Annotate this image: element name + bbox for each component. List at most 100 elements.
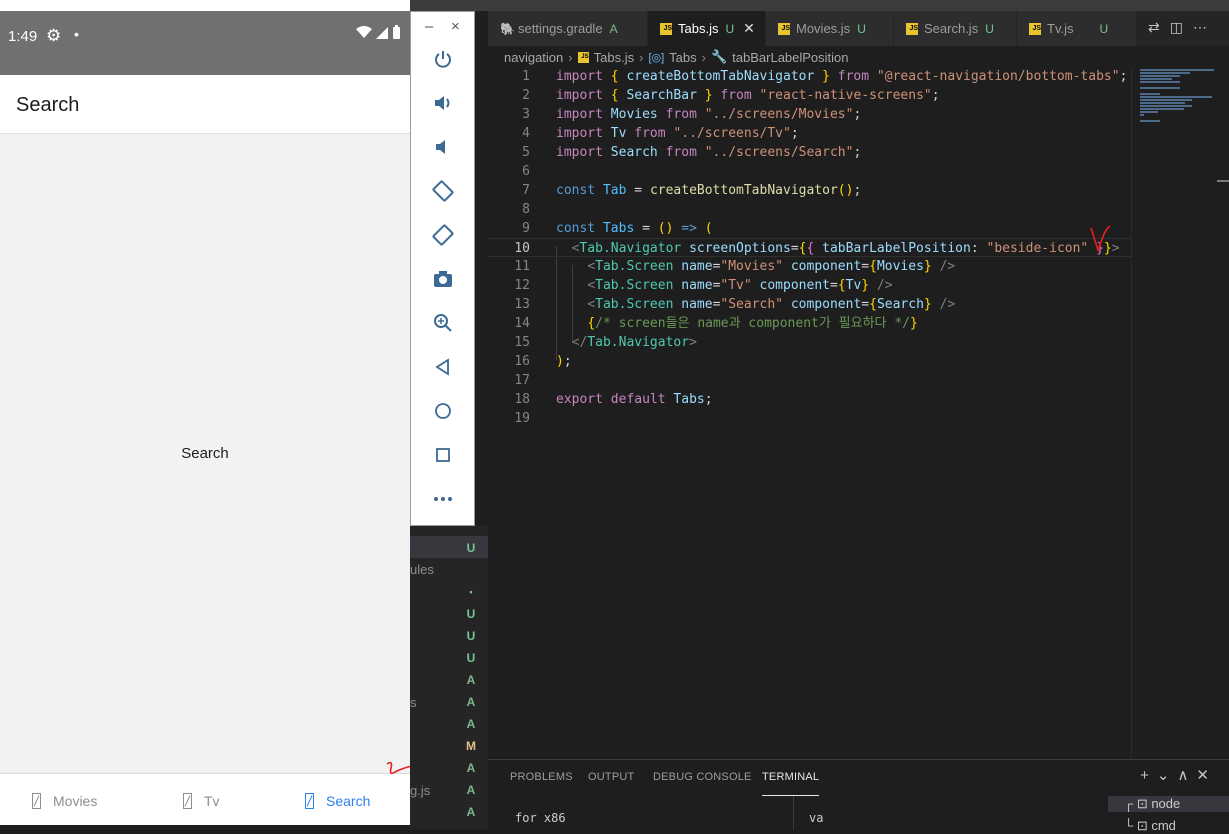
android-status-bar: 1:49 ⚙ • <box>0 11 410 75</box>
code-line[interactable]: 1 import { createBottomTabNavigator } fro… <box>488 67 1131 86</box>
overview-icon[interactable] <box>427 439 459 471</box>
js-file-icon: JS <box>906 22 918 35</box>
panel-tab-debug-console[interactable]: DEBUG CONSOLE <box>653 771 752 783</box>
minimap-line <box>1140 96 1212 98</box>
maximize-panel-icon[interactable]: ∧ <box>1177 767 1196 784</box>
tab-search-label: Search <box>326 793 371 809</box>
tab-movies-js[interactable]: JS Movies.js U <box>766 11 894 46</box>
more-icon[interactable] <box>427 483 459 515</box>
split-editor-icon[interactable]: ◫ <box>1170 19 1193 35</box>
js-file-icon: JS <box>577 51 589 63</box>
tab-search[interactable]: Search <box>305 790 370 812</box>
git-status-badge: A <box>466 673 476 687</box>
rotate-left-icon[interactable] <box>427 175 459 207</box>
tab-label: Tabs.js <box>678 21 719 36</box>
emulator-toolbar: – × <box>410 11 475 526</box>
breadcrumb-item[interactable]: tabBarLabelPosition <box>732 50 848 65</box>
breadcrumb-item[interactable]: navigation <box>504 50 563 65</box>
explorer-item-text[interactable]: s <box>410 695 417 710</box>
search-screen: Search <box>0 134 410 774</box>
line-number: 10 <box>514 241 530 256</box>
close-panel-icon[interactable]: ✕ <box>1196 767 1217 784</box>
js-file-icon: JS <box>778 22 790 35</box>
code-line[interactable]: 7 const Tab = createBottomTabNavigator(); <box>488 181 1131 200</box>
code-line[interactable]: 12 <Tab.Screen name="Tv" component={Tv} … <box>488 276 1131 295</box>
breadcrumb-item[interactable]: Tabs <box>669 50 696 65</box>
back-icon[interactable] <box>427 351 459 383</box>
tab-settings-gradle[interactable]: 🐘 settings.gradle A <box>488 11 648 46</box>
explorer-item-text[interactable]: ules <box>410 562 434 577</box>
terminal-output: for x86 <box>515 811 566 825</box>
camera-icon[interactable] <box>427 263 459 295</box>
rotate-right-icon[interactable] <box>427 219 459 251</box>
terminal-item-node[interactable]: ┌ ⊡ node <box>1108 796 1229 812</box>
close-icon[interactable]: ✕ <box>743 20 755 37</box>
chevron-down-icon[interactable]: ⌄ <box>1157 767 1178 784</box>
tab-search-js[interactable]: JS Search.js U <box>894 11 1017 46</box>
more-actions-icon[interactable]: ⋯ <box>1193 19 1217 35</box>
code-line[interactable]: 5 import Search from "../screens/Search"; <box>488 143 1131 162</box>
code-line[interactable]: 10 <Tab.Navigator screenOptions={{ tabBa… <box>488 238 1131 257</box>
minimap-line <box>1140 78 1172 80</box>
line-number: 12 <box>514 278 530 293</box>
code-text: const Tab = createBottomTabNavigator(); <box>556 183 862 198</box>
line-number: 15 <box>514 335 530 350</box>
tab-tabs-js[interactable]: JS Tabs.js U ✕ <box>648 11 766 46</box>
code-line[interactable]: 4 import Tv from "../screens/Tv"; <box>488 124 1131 143</box>
emulator-minimize-button[interactable]: – <box>425 18 433 35</box>
code-line[interactable]: 9 const Tabs = () => ( <box>488 219 1131 238</box>
code-text: <Tab.Navigator screenOptions={{ tabBarLa… <box>571 241 1120 256</box>
panel-tab-problems[interactable]: PROBLEMS <box>510 771 573 783</box>
tab-tv-label: Tv <box>204 793 220 809</box>
tab-tv[interactable]: Tv <box>183 790 220 812</box>
code-line[interactable]: 16); <box>488 352 1131 371</box>
breadcrumb-item[interactable]: Tabs.js <box>594 50 634 65</box>
code-line[interactable]: 2 import { SearchBar } from "react-native… <box>488 86 1131 105</box>
new-terminal-icon[interactable]: + <box>1140 767 1157 784</box>
minimap[interactable] <box>1131 67 1229 759</box>
volume-down-icon[interactable] <box>427 131 459 163</box>
git-status-badge: U <box>985 21 994 36</box>
terminal-item-cmd[interactable]: └ ⊡ cmd <box>1124 818 1176 834</box>
chevron-right-icon: › <box>568 49 573 65</box>
tab-movies-label: Movies <box>53 793 98 809</box>
js-file-icon: JS <box>660 22 672 35</box>
code-line[interactable]: 17 <box>488 371 1131 390</box>
volume-up-icon[interactable] <box>427 87 459 119</box>
code-line[interactable]: 3 import Movies from "../screens/Movies"; <box>488 105 1131 124</box>
code-line[interactable]: 14 {/* screen들은 name과 component가 필요하다 */… <box>488 314 1131 333</box>
line-number: 5 <box>522 145 530 160</box>
code-editor[interactable]: 1 import { createBottomTabNavigator } fro… <box>488 67 1131 759</box>
minimap-line <box>1140 120 1160 122</box>
terminal-list: ┌ ⊡ node └ ⊡ cmd <box>1108 796 1229 833</box>
minimap-line <box>1140 102 1185 104</box>
android-emulator-screen: 1:49 ⚙ • Search Search Movies Tv Search <box>0 0 410 829</box>
zoom-icon[interactable] <box>427 307 459 339</box>
code-line[interactable]: 15 </Tab.Navigator> <box>488 333 1131 352</box>
code-line[interactable]: 13 <Tab.Screen name="Search" component={… <box>488 295 1131 314</box>
code-line[interactable]: 18 export default Tabs; <box>488 390 1131 409</box>
git-status-badge: U <box>466 607 476 621</box>
panel-tab-output[interactable]: OUTPUT <box>588 771 634 783</box>
terminal-split-divider[interactable] <box>793 796 794 830</box>
code-line[interactable]: 19 <box>488 409 1131 428</box>
git-status-badge: • <box>469 587 473 597</box>
line-number: 4 <box>522 126 530 141</box>
code-text: import Search from "../screens/Search"; <box>556 145 862 160</box>
tab-tv-js[interactable]: JS Tv.js U <box>1017 11 1137 46</box>
emulator-close-button[interactable]: × <box>451 18 460 35</box>
power-icon[interactable] <box>427 43 459 75</box>
code-text: {/* screen들은 name과 component가 필요하다 */} <box>587 316 918 331</box>
code-line[interactable]: 11 <Tab.Screen name="Movies" component={… <box>488 257 1131 276</box>
code-line[interactable]: 8 <box>488 200 1131 219</box>
panel-tab-terminal[interactable]: TERMINAL <box>762 771 820 796</box>
terminal-icon: ┌ ⊡ <box>1124 796 1152 811</box>
red-annotation-mark <box>386 761 410 775</box>
tab-movies[interactable]: Movies <box>32 790 97 812</box>
compare-changes-icon[interactable]: ⇄ <box>1148 19 1170 35</box>
git-status-badge: M <box>466 739 476 753</box>
explorer-item-text[interactable]: g.js <box>410 783 430 798</box>
emulator-bottom-edge <box>0 825 410 829</box>
home-icon[interactable] <box>427 395 459 427</box>
code-line[interactable]: 6 <box>488 162 1131 181</box>
